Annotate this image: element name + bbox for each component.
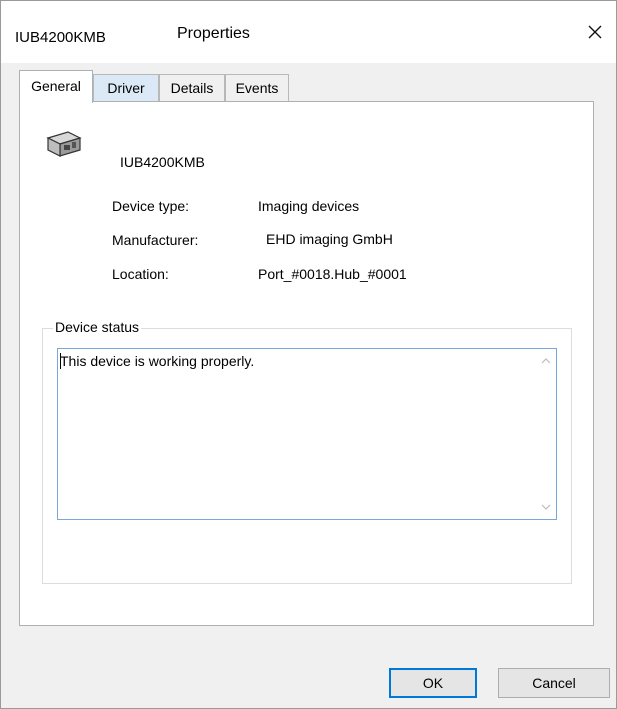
device-status-textbox[interactable]: This device is working properly. — [57, 348, 557, 520]
window-device-title: IUB4200KMB — [15, 29, 106, 46]
device-type-value: Imaging devices — [258, 198, 360, 214]
location-label: Location: — [112, 266, 169, 282]
close-button[interactable] — [580, 17, 610, 47]
close-icon — [588, 25, 602, 39]
status-scrollbar[interactable] — [536, 349, 556, 519]
title-bar: IUB4200KMB Properties — [1, 1, 616, 63]
scroll-down-button[interactable] — [536, 497, 556, 517]
device-status-text: This device is working properly. — [60, 353, 255, 369]
properties-dialog: IUB4200KMB Properties General Driver Det… — [0, 0, 617, 709]
chevron-up-icon — [541, 358, 551, 364]
chevron-down-icon — [541, 504, 551, 510]
scroll-up-button[interactable] — [536, 351, 556, 371]
device-type-label: Device type: — [112, 198, 190, 214]
imaging-device-icon — [46, 131, 82, 157]
tab-events[interactable]: Events — [225, 74, 289, 101]
ok-button[interactable]: OK — [389, 668, 477, 698]
general-panel: IUB4200KMB Device type: Imaging devices … — [19, 101, 594, 626]
cancel-button[interactable]: Cancel — [498, 668, 610, 698]
tab-general[interactable]: General — [19, 70, 93, 103]
device-status-label: Device status — [53, 319, 142, 335]
tab-driver[interactable]: Driver — [93, 74, 159, 101]
device-status-group: Device status This device is working pro… — [42, 319, 572, 584]
location-value: Port_#0018.Hub_#0001 — [258, 266, 407, 282]
manufacturer-value: EHD imaging GmbH — [266, 231, 393, 247]
window-title: Properties — [177, 25, 250, 42]
tab-details[interactable]: Details — [159, 74, 225, 101]
device-name: IUB4200KMB — [120, 154, 205, 170]
manufacturer-label: Manufacturer: — [112, 232, 199, 248]
